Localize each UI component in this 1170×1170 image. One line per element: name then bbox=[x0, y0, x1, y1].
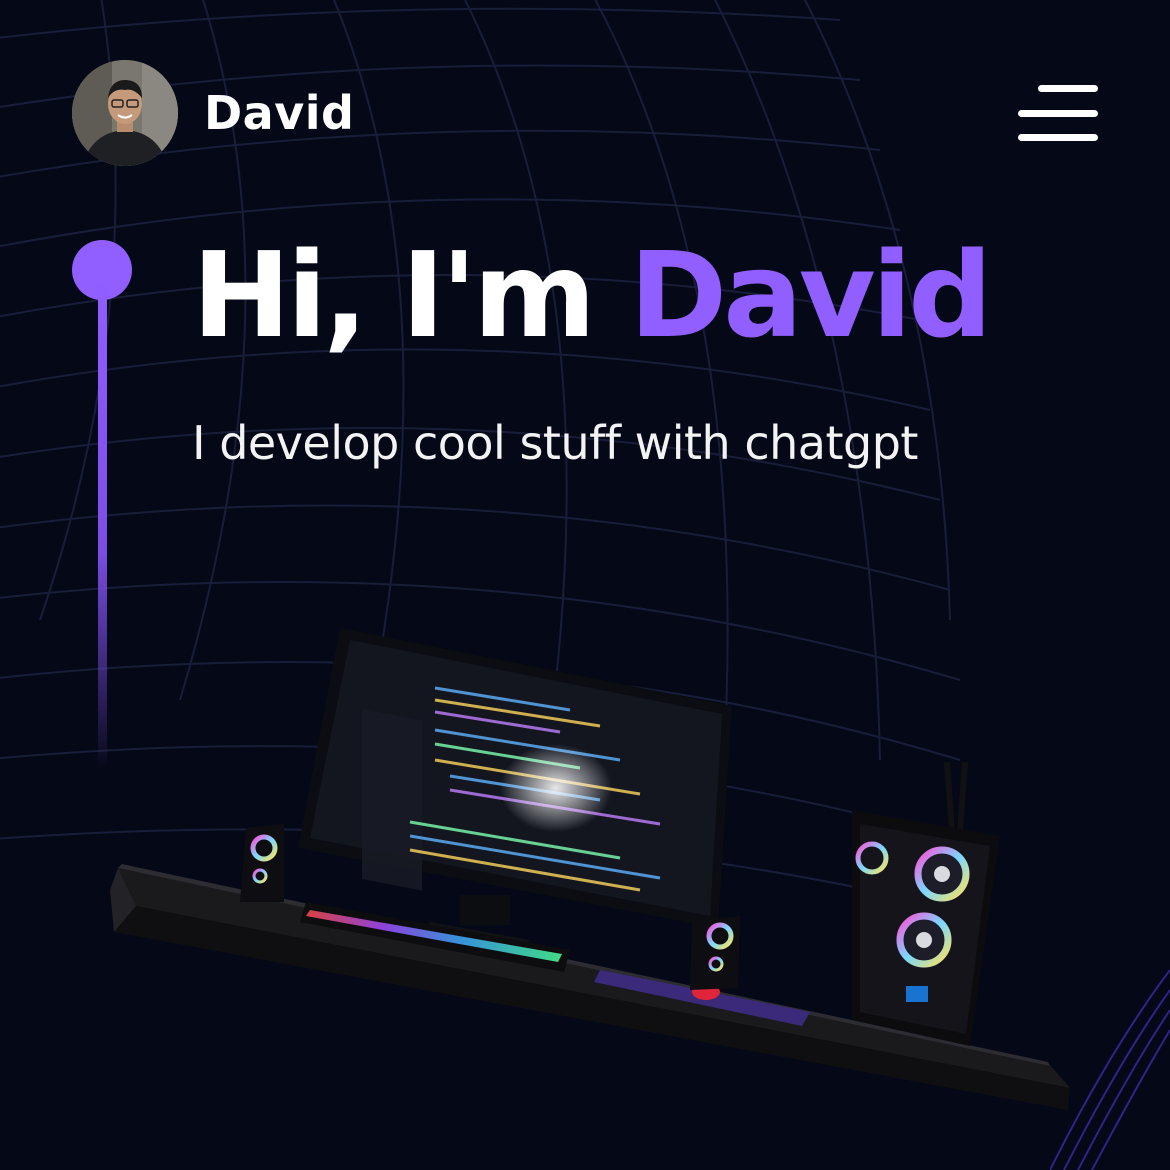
hero-greeting: Hi, I'm bbox=[192, 226, 630, 364]
hero-subtitle: I develop cool stuff with chatgpt bbox=[192, 416, 918, 470]
computer-desk-3d-model[interactable] bbox=[100, 610, 1100, 1130]
hero-title: Hi, I'm David bbox=[192, 230, 993, 360]
brand-link[interactable]: David bbox=[72, 60, 354, 166]
left-speaker bbox=[240, 824, 284, 902]
hero-name: David bbox=[629, 226, 992, 364]
pc-tower bbox=[852, 761, 1000, 1046]
avatar-photo bbox=[72, 60, 178, 166]
brand-name: David bbox=[204, 86, 355, 140]
hamburger-menu-icon[interactable] bbox=[1016, 85, 1098, 141]
corner-arc-decoration bbox=[1050, 969, 1170, 1170]
menu-bar-bottom bbox=[1018, 134, 1098, 141]
navbar: David bbox=[72, 60, 1098, 166]
menu-bar-top bbox=[1038, 85, 1098, 92]
monitor bbox=[298, 628, 732, 950]
avatar bbox=[72, 60, 178, 166]
right-speaker bbox=[690, 916, 740, 990]
menu-bar-middle bbox=[1018, 109, 1098, 117]
